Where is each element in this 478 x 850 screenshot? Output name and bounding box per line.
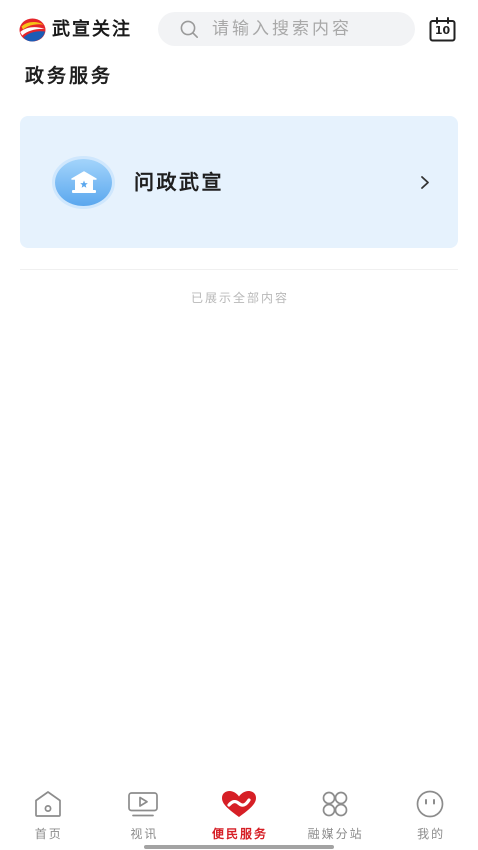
face-icon xyxy=(416,790,444,818)
tab-label: 首页 xyxy=(34,827,63,841)
home-indicator xyxy=(144,845,334,849)
calendar-button[interactable]: 10 xyxy=(429,17,456,42)
search-bar[interactable] xyxy=(158,12,415,46)
tab-media-stations[interactable]: 融媒分站 xyxy=(287,788,383,844)
government-building-icon xyxy=(70,171,97,193)
service-icon-badge xyxy=(55,158,112,206)
heart-service-icon xyxy=(221,791,256,817)
search-input[interactable] xyxy=(212,14,402,44)
top-header: 武宣关注 10 xyxy=(0,0,478,58)
tab-label: 融媒分站 xyxy=(307,827,364,841)
service-label: 问政武宣 xyxy=(134,170,224,194)
bottom-tab-bar: 首页 视讯 便民服务 融媒分站 我的 xyxy=(0,788,478,844)
tab-label: 视讯 xyxy=(130,827,159,841)
video-play-icon xyxy=(128,792,159,817)
clover-grid-icon xyxy=(322,791,347,817)
end-of-list-notice: 已展示全部内容 xyxy=(190,291,289,305)
tab-profile[interactable]: 我的 xyxy=(382,788,478,844)
home-icon xyxy=(34,791,61,817)
tab-label: 我的 xyxy=(417,827,446,841)
tab-services[interactable]: 便民服务 xyxy=(191,788,287,844)
search-icon xyxy=(180,20,199,38)
tab-label: 便民服务 xyxy=(211,827,268,841)
chevron-right-icon xyxy=(421,175,429,189)
calendar-day: 10 xyxy=(434,24,451,37)
brand: 武宣关注 xyxy=(19,17,132,43)
divider xyxy=(20,269,458,270)
section-title: 政务服务 xyxy=(25,65,114,87)
tab-video[interactable]: 视讯 xyxy=(96,788,192,844)
service-card-wenzheng[interactable]: 问政武宣 xyxy=(20,116,458,248)
app-logo-icon xyxy=(19,18,46,42)
app-name: 武宣关注 xyxy=(52,19,132,40)
tab-home[interactable]: 首页 xyxy=(0,788,96,844)
